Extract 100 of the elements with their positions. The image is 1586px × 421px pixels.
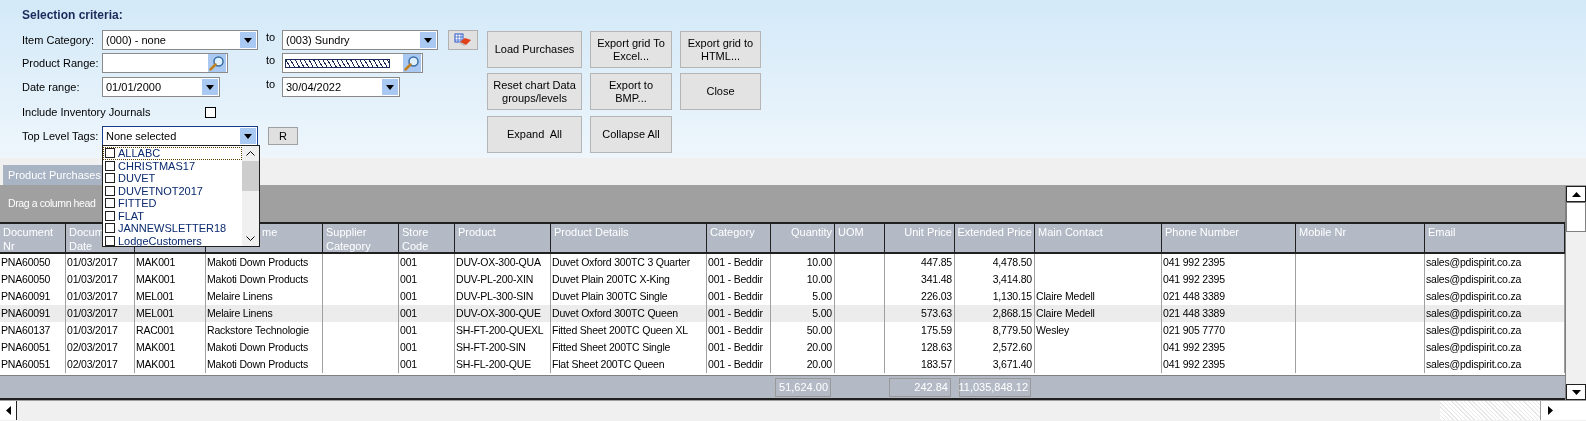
action-button[interactable]: Export grid to HTML... <box>680 31 761 68</box>
reset-button[interactable]: R <box>268 127 298 145</box>
action-button[interactable]: Load Purchases <box>487 31 582 68</box>
table-cell-text: sales@pdispirit.co.za <box>1426 271 1522 287</box>
table-cell-text: sales@pdispirit.co.za <box>1426 288 1522 304</box>
product-from-field[interactable] <box>102 53 228 73</box>
table-cell-text: PNA60091 <box>1 305 51 321</box>
tag-option[interactable]: DUVETNOT2017 <box>103 184 242 197</box>
tag-option[interactable]: FLAT <box>103 209 242 222</box>
checkbox[interactable] <box>105 185 115 196</box>
group-hint: Drag a column head <box>8 196 96 212</box>
table-cell-text: 001 <box>400 271 417 287</box>
table-cell-text: SH-FL-200-QUE <box>456 356 531 372</box>
date-to-picker[interactable]: 30/04/2022 <box>282 77 400 97</box>
table-cell-text: 5.00 <box>812 305 832 321</box>
table-cell-text: 01/03/2017 <box>67 305 118 321</box>
action-button[interactable]: Export to BMP... <box>590 73 672 111</box>
table-row[interactable]: PNA60051 02/03/2017 MAK001 Makoti Down Products 001 SH-FT-200-SIN Fitted Sheet 200TC Single 001 - Beddir 20.00 128.63 2,572.60 041 992 2395 sales@pdispirit.co.za <box>0 339 1565 356</box>
scroll-down-button[interactable] <box>1566 384 1586 400</box>
table-cell-text: 3,414.80 <box>992 271 1032 287</box>
left-arrow-icon <box>5 406 11 415</box>
checkbox[interactable] <box>105 198 115 209</box>
total-cell: 51,624.00 <box>775 377 831 397</box>
table-cell-text: 001 - Beddir <box>708 271 763 287</box>
table-row[interactable]: PNA60091 01/03/2017 MEL001 Melaire Linens 001 DUV-OX-300-QUE Duvet Oxford 300TC Queen 001 - Beddir 5.00 573.63 2,868.15 Claire Medell 021 448 3389 sales@pdispirit.co.za <box>0 305 1565 322</box>
checkbox[interactable] <box>105 235 115 246</box>
table-cell-text: PNA60051 <box>1 356 51 372</box>
table-cell-text: 041 992 2395 <box>1163 356 1225 372</box>
table-cell-text: MEL001 <box>136 305 174 321</box>
scroll-thumb[interactable] <box>1566 202 1586 232</box>
checkbox[interactable] <box>105 223 115 234</box>
action-button[interactable]: Export grid To Excel... <box>590 31 672 68</box>
up-chevron-icon <box>246 151 255 156</box>
table-cell-text: DUV-OX-300-QUA <box>456 254 541 270</box>
product-to-field[interactable] <box>282 53 423 73</box>
down-arrow-icon <box>1571 389 1581 395</box>
table-cell-text: Duvet Plain 200TC X-King <box>552 271 670 287</box>
table-cell-text: Makoti Down Products <box>207 271 309 287</box>
tag-option[interactable]: DUVET <box>103 172 242 185</box>
search-button[interactable] <box>208 54 226 72</box>
list-scrollbar[interactable] <box>242 146 259 246</box>
table-cell-text: 001 - Beddir <box>708 356 763 372</box>
table-cell-text: 50.00 <box>806 322 832 338</box>
total-cell: 11,035,848.12 <box>959 377 1031 397</box>
table-cell-text: 001 <box>400 322 417 338</box>
up-arrow-icon <box>1571 191 1581 197</box>
action-button[interactable]: Reset chart Data groups/levels <box>487 73 582 111</box>
table-cell-text: 001 - Beddir <box>708 339 763 355</box>
scroll-thumb[interactable] <box>242 161 259 191</box>
search-button[interactable] <box>403 54 421 72</box>
table-cell-text: sales@pdispirit.co.za <box>1426 356 1522 372</box>
tag-option[interactable]: FITTED <box>103 197 242 210</box>
table-cell-text: PNA60091 <box>1 288 51 304</box>
category-to-select[interactable]: (003) Sundry <box>282 30 438 50</box>
table-cell-text: 20.00 <box>806 339 832 355</box>
table-row[interactable]: PNA60137 01/03/2017 RAC001 Rackstore Technologie 001 SH-FT-200-QUEXL Fitted Sheet 200TC Queen XL 001 - Beddir 50.00 175.59 8,779.50 Wesley 021 905 7770 sales@pdispirit.co.za <box>0 322 1565 339</box>
table-cell-text: 175.59 <box>921 322 952 338</box>
table-cell-text: MEL001 <box>136 288 174 304</box>
to-label: to <box>266 30 277 45</box>
category-from-select[interactable]: (000) - none <box>102 30 258 50</box>
tag-option[interactable]: ALLABC <box>103 147 242 160</box>
action-button[interactable]: Expand All <box>487 115 582 153</box>
table-cell-text: 001 - Beddir <box>708 288 763 304</box>
table-cell-text: Makoti Down Products <box>207 254 309 270</box>
table-cell-text: MAK001 <box>136 254 176 270</box>
table-cell-text: 341.48 <box>921 271 952 287</box>
checkbox-label: Include Inventory Journals <box>22 104 152 120</box>
tag-option[interactable]: CHRISTMAS17 <box>103 159 242 172</box>
vertical-scrollbar[interactable] <box>1565 186 1586 400</box>
table-cell-text: SH-FT-200-QUEXL <box>456 322 544 338</box>
table-cell-text: 001 <box>400 305 417 321</box>
table-cell-text: Melaire Linens <box>207 288 273 304</box>
checkbox[interactable] <box>205 106 216 118</box>
table-row[interactable]: PNA60050 01/03/2017 MAK001 Makoti Down Products 001 DUV-OX-300-QUA Duvet Oxford 300TC 3 Quarter 001 - Beddir 10.00 447.85 4,478.50 041 992 2395 sales@pdispirit.co.za <box>0 254 1565 271</box>
checkbox[interactable] <box>105 148 115 159</box>
table-cell-text: MAK001 <box>136 339 176 355</box>
scroll-up-button[interactable] <box>1566 186 1586 202</box>
table-cell-text: sales@pdispirit.co.za <box>1426 254 1522 270</box>
table-cell-text: PNA60051 <box>1 339 51 355</box>
table-cell-text: Duvet Oxford 300TC Queen <box>552 305 678 321</box>
table-cell-text: 001 - Beddir <box>708 305 763 321</box>
action-button[interactable]: Close <box>680 73 761 111</box>
table-row[interactable]: PNA60091 01/03/2017 MEL001 Melaire Linens 001 DUV-PL-300-SIN Duvet Plain 300TC Single 001 - Beddir 5.00 226.03 1,130.15 Claire Medell 021 448 3389 sales@pdispirit.co.za <box>0 288 1565 305</box>
checkbox[interactable] <box>105 173 115 184</box>
action-button[interactable]: Collapse All <box>590 115 672 153</box>
right-arrow-icon <box>1548 406 1553 415</box>
date-from-picker[interactable]: 01/01/2000 <box>102 77 220 97</box>
checkbox[interactable] <box>105 160 115 171</box>
table-cell-text: Fitted Sheet 200TC Queen XL <box>552 322 688 338</box>
tags-select[interactable]: None selected <box>102 126 258 146</box>
table-row[interactable]: PNA60051 02/03/2017 MAK001 Makoti Down Products 001 SH-FL-200-QUE Flat Sheet 200TC Queen 001 - Beddir 20.00 183.57 3,671.40 041 992 2395 sales@pdispirit.co.za <box>0 356 1565 373</box>
checkbox[interactable] <box>105 210 115 221</box>
clear-button[interactable] <box>448 30 478 50</box>
table-cell-text: PNA60050 <box>1 254 51 270</box>
table-cell-text: Claire Medell <box>1036 305 1095 321</box>
table-cell-text: 001 <box>400 254 417 270</box>
table-cell-text: 2,868.15 <box>992 305 1032 321</box>
table-cell-text: Makoti Down Products <box>207 339 309 355</box>
table-row[interactable]: PNA60050 01/03/2017 MAK001 Makoti Down Products 001 DUV-PL-200-XIN Duvet Plain 200TC X-King 001 - Beddir 10.00 341.48 3,414.80 041 992 2395 sales@pdispirit.co.za <box>0 271 1565 288</box>
table-cell-text: 001 <box>400 356 417 372</box>
